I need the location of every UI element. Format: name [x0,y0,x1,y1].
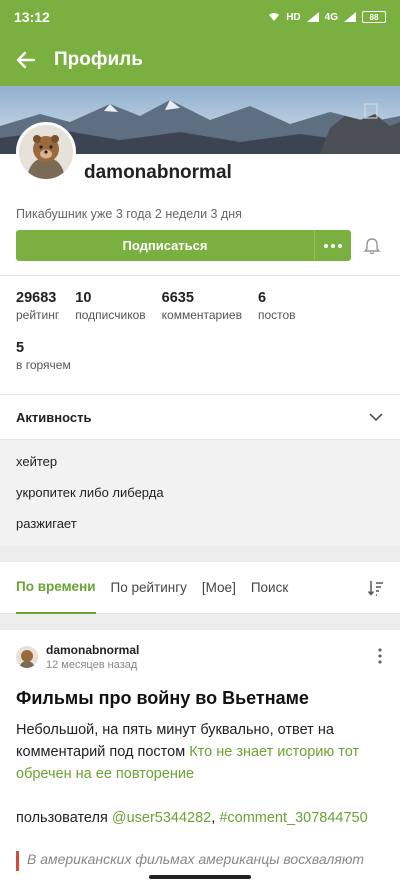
chevron-down-icon[interactable] [368,409,384,425]
profile-header: damonabnormal [0,122,400,202]
gesture-bar [149,875,251,879]
user-tag: укропитек либо либерда [16,485,164,500]
activity-title: Активность [16,409,92,425]
stat-value: 29683 [16,290,57,306]
post-timestamp: 12 месяцев назад [46,659,138,671]
user-tag: разжигает [16,516,77,531]
section-divider [0,614,400,630]
battery-icon: 88 [362,11,386,23]
signal-icon [306,12,319,22]
network-type-1: HD [286,11,301,23]
profile-stats: 29683 рейтинг 10 подписчиков 6635 коммен… [0,275,400,394]
user-tags: хейтер укропитек либо либерда разжигает [0,440,400,546]
bell-icon[interactable] [363,237,381,255]
stat-value: 6635 [161,290,194,306]
profile-username: damonabnormal [84,162,232,183]
user-tag: хейтер [16,454,58,469]
stat-posts[interactable]: 6 постов [258,290,296,340]
member-since: Пикабушник уже 3 года 2 недели 3 дня [16,207,242,221]
stat-rating[interactable]: 29683 рейтинг [16,290,59,340]
tab-by-time[interactable]: По времени [16,562,96,614]
subscribe-row: Подписаться [0,230,400,261]
stat-comments[interactable]: 6635 комментариев [162,290,242,340]
post-quote: В американских фильмах американцы восхва… [16,851,384,871]
post-meta: damonabnormal 12 месяцев назад [16,642,384,672]
stat-value: 6 [257,290,267,306]
wifi-icon [269,13,280,21]
page-title: Профиль [54,49,143,70]
tab-by-rating[interactable]: По рейтингу [111,562,187,614]
user-mention-link[interactable]: @user5344282 [112,810,211,826]
tab-search[interactable]: Поиск [251,562,288,614]
stat-value: 10 [75,290,92,306]
stat-label: постов [257,308,296,322]
status-icons: HD 4G 88 [268,11,386,23]
status-time: 13:12 [14,9,50,25]
tab-mine[interactable]: [Мое] [202,562,236,614]
stat-subscribers[interactable]: 10 подписчиков [75,290,145,340]
back-arrow-icon[interactable] [16,49,38,71]
sort-order-icon[interactable] [368,579,384,597]
stat-label: рейтинг [16,308,60,322]
stat-value: 5 [16,340,25,356]
post-author[interactable]: damonabnormal [46,643,139,657]
section-divider [0,546,400,562]
network-type-2: 4G [324,11,338,23]
more-options-button[interactable] [314,230,351,261]
stat-label: в горячем [16,358,71,372]
post-card: damonabnormal 12 месяцев назад Фильмы пр… [0,630,400,871]
stat-label: комментариев [161,308,242,322]
user-avatar[interactable] [16,122,76,182]
post-title[interactable]: Фильмы про войну во Вьетнаме [16,688,384,709]
status-bar: 13:12 HD 4G 88 [0,0,400,34]
post-author-avatar[interactable] [16,646,38,668]
sort-bar: По времени По рейтингу [Мое] Поиск [0,562,400,614]
post-text-prefix: пользователя [16,810,112,826]
app-bar: Профиль [0,34,400,86]
battery-level: 88 [369,12,379,22]
signal-icon-2 [344,12,356,22]
subscribe-button[interactable]: Подписаться [16,230,314,261]
stat-hot[interactable]: 5 в горячем [16,340,71,390]
activity-section[interactable]: Активность [0,394,400,440]
comment-link[interactable]: #comment_307844750 [219,810,367,826]
post-body: Небольшой, на пять минут буквально, отве… [16,719,384,829]
stat-label: подписчиков [75,308,146,322]
post-menu-icon[interactable] [378,648,382,664]
